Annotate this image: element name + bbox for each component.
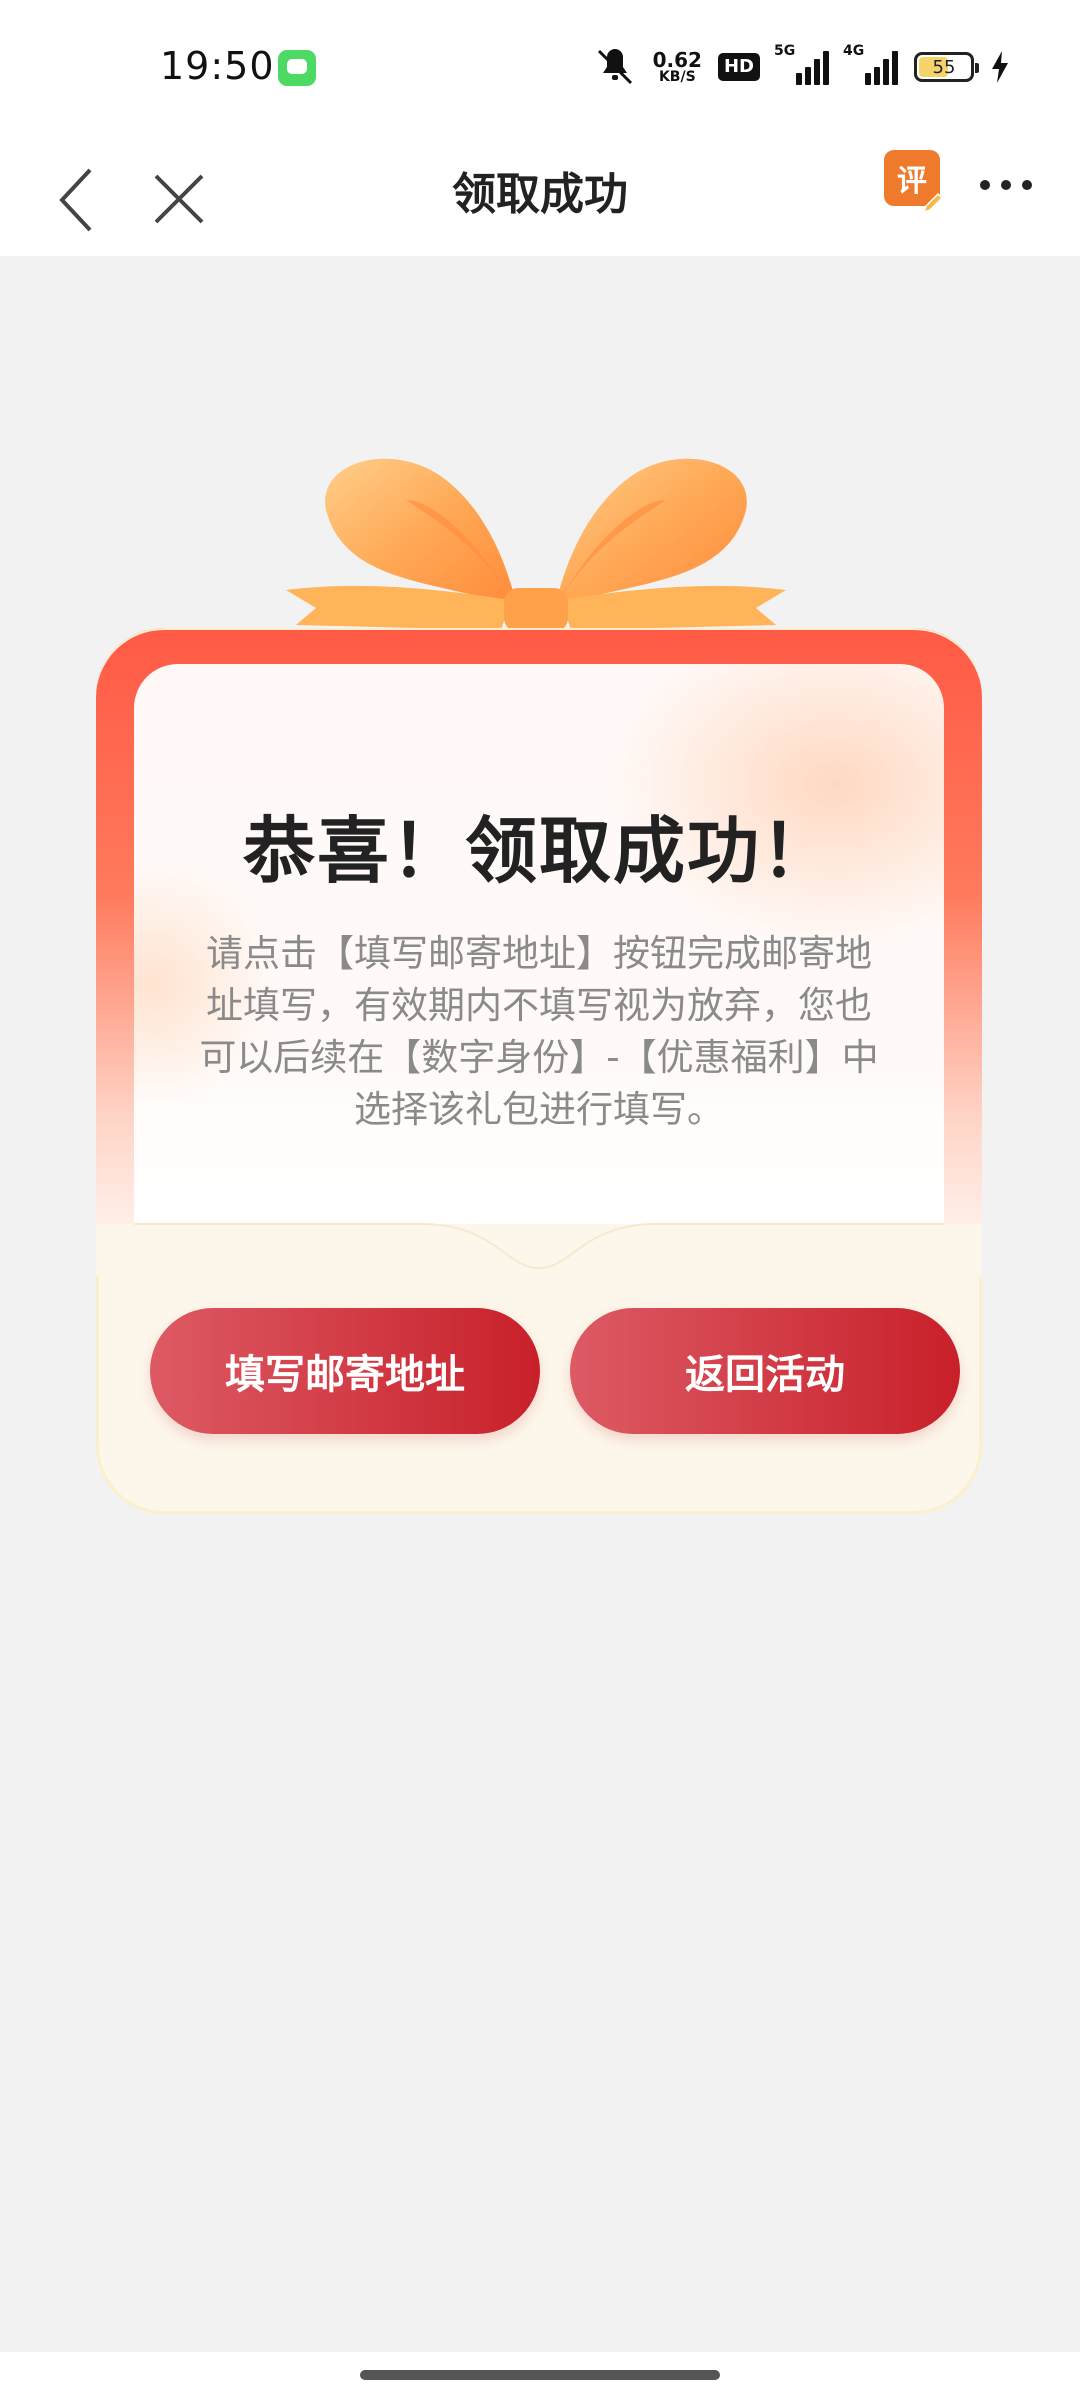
message-icon <box>278 50 316 86</box>
pen-icon <box>922 192 944 214</box>
battery-icon: 55 <box>914 52 979 82</box>
signal-4g-label: 4G <box>843 43 865 59</box>
battery-level: 55 <box>932 56 956 78</box>
instruction-text: 请点击【填写邮寄地址】按钮完成邮寄地址填写，有效期内不填写视为放弃，您也可以后续… <box>199 932 879 1131</box>
status-time: 19:50 <box>160 44 275 88</box>
more-icon[interactable] <box>980 170 1032 200</box>
home-indicator[interactable] <box>360 2370 720 2380</box>
signal-5g-label: 5G <box>774 43 796 59</box>
hd-badge: HD <box>717 53 760 81</box>
charging-icon <box>992 51 1008 83</box>
gift-bow-icon <box>286 458 786 632</box>
success-headline: 恭喜！领取成功！ <box>242 809 835 893</box>
signal-4g-icon: 4G <box>843 43 898 85</box>
gift-card: 恭喜！领取成功！ 请点击【填写邮寄地址】按钮完成邮寄地址填写，有效期内不填写视为… <box>96 440 986 1515</box>
network-speed-value: 0.62 <box>652 48 702 72</box>
mute-icon <box>597 49 632 85</box>
status-icons: 0.62 KB/S HD 5G 4G 55 <box>593 43 1010 90</box>
signal-5g-icon: 5G <box>774 43 829 85</box>
navigation-bar: 领取成功 评 <box>0 130 1080 256</box>
return-activity-button[interactable]: 返回活动 <box>570 1308 960 1434</box>
status-bar: 19:50 0.62 KB/S HD 5G 4G 55 <box>0 0 1080 130</box>
fill-address-button[interactable]: 填写邮寄地址 <box>150 1308 540 1434</box>
network-speed-unit: KB/S <box>658 69 696 85</box>
card-divider <box>96 1223 982 1276</box>
network-speed: 0.62 KB/S <box>653 50 702 84</box>
